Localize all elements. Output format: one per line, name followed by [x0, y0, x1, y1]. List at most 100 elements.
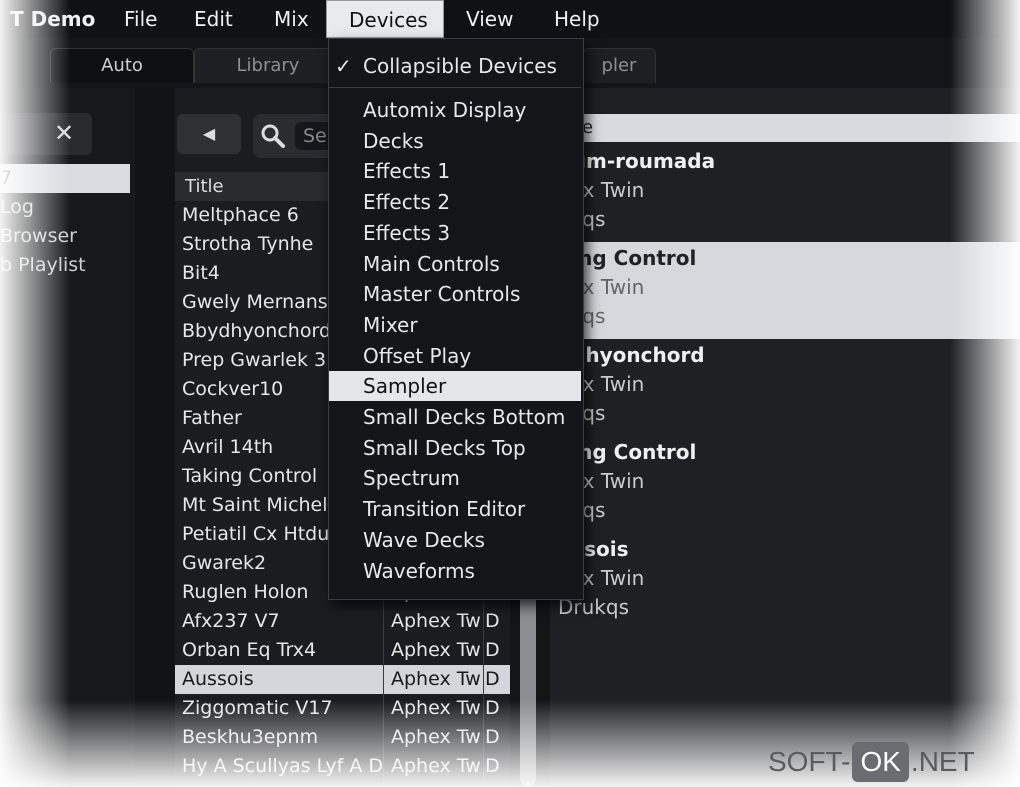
app-title: T Demo: [10, 7, 96, 31]
tab-auto[interactable]: Auto: [50, 48, 194, 83]
menu-bar: T Demo File Edit Mix Devices View Help: [0, 0, 1020, 38]
devices-menu-item[interactable]: Automix Display: [329, 95, 581, 125]
scrollbar[interactable]: [520, 593, 536, 787]
table-row[interactable]: Beskhu3epnm Aphex Tw D: [175, 723, 510, 752]
cell-divider: [383, 752, 384, 781]
list-item[interactable]: ussois hex Twin Drukqs: [550, 533, 1020, 630]
devices-menu-item[interactable]: Effects 2: [329, 187, 581, 217]
cell-divider: [383, 607, 384, 636]
track-artist: Aphex Tw: [391, 697, 481, 719]
cell-divider: [483, 723, 484, 752]
sidebar-item[interactable]: Browser: [0, 222, 130, 251]
devices-menu-item[interactable]: Effects 3: [329, 218, 581, 248]
devices-menu-item-label: Wave Decks: [363, 527, 485, 552]
devices-menu-item[interactable]: Effects 1: [329, 156, 581, 186]
devices-menu-item-label: Effects 3: [363, 220, 451, 245]
devices-menu-item[interactable]: Wave Decks: [329, 525, 581, 555]
menu-mix[interactable]: Mix: [264, 0, 319, 38]
devices-menu-item[interactable]: Main Controls: [329, 249, 581, 279]
devices-menu-item[interactable]: Transition Editor: [329, 494, 581, 524]
search-icon[interactable]: [259, 122, 287, 150]
devices-menu-item-label: Small Decks Bottom: [363, 405, 566, 429]
devices-menu-item[interactable]: Master Controls: [329, 279, 581, 309]
table-row[interactable]: Afx237 V7 Aphex Tw D: [175, 607, 510, 636]
watermark-prefix: SOFT-: [768, 746, 851, 777]
menu-file[interactable]: File: [114, 0, 167, 38]
column-title-header: Title: [185, 176, 224, 197]
devices-menu-item-label: Effects 2: [363, 190, 451, 215]
devices-menu-item[interactable]: Waveforms: [329, 556, 581, 586]
devices-menu-item-label: Sampler: [363, 374, 447, 399]
list-item[interactable]: oum-roumadahex Twinukqs: [550, 145, 1020, 242]
devices-menu-item[interactable]: Small Decks Top: [329, 433, 581, 463]
devices-menu-item-label: Transition Editor: [363, 497, 526, 522]
tab-sampler[interactable]: pler: [582, 48, 656, 83]
track-title: Hy A Scullyas Lyf A D: [182, 755, 382, 777]
track-album: D: [485, 697, 500, 719]
track-album: D: [485, 726, 500, 748]
menu-view[interactable]: View: [456, 0, 523, 38]
list-item[interactable]: ydhyonchordhex Twinukqs: [550, 339, 1020, 436]
table-row[interactable]: Orban Eq Trx4 Aphex Tw D: [175, 636, 510, 665]
cell-divider: [483, 636, 484, 665]
menu-separator: [329, 87, 581, 88]
sidebar: ✕ 7 Log Browser b Playlist: [0, 88, 135, 787]
watermark-box: OK: [852, 742, 909, 782]
table-row[interactable]: Aussois Aphex Tw D: [175, 665, 510, 694]
cell-divider: [383, 694, 384, 723]
devices-menu-item[interactable]: Small Decks Bottom: [329, 402, 581, 432]
sidebar-item[interactable]: b Playlist: [0, 251, 130, 280]
devices-menu-item[interactable]: Offset Play: [329, 341, 581, 371]
sidebar-item[interactable]: 7: [0, 164, 130, 193]
track-title: Orban Eq Trx4: [182, 639, 317, 661]
devices-menu-item[interactable]: Decks: [329, 126, 581, 156]
right-column-header[interactable]: tle: [550, 114, 1020, 142]
track-artist: Aphex Tw: [391, 610, 481, 632]
watermark: SOFT- OK .NET: [768, 742, 975, 782]
cell-divider: [383, 723, 384, 752]
devices-menu-item-label: Offset Play: [363, 343, 472, 368]
devices-menu-item[interactable]: Sampler: [329, 371, 581, 402]
track-title: Beskhu3epnm: [182, 726, 319, 748]
track-artist: Aphex Tw: [391, 639, 481, 661]
track-title: Ziggomatic V17: [182, 697, 333, 719]
sidebar-close-button[interactable]: ✕: [0, 113, 92, 155]
devices-menu-item-label: Master Controls: [363, 282, 521, 307]
watermark-suffix: .NET: [910, 746, 975, 777]
track-album: D: [485, 639, 500, 661]
devices-menu-item[interactable]: Spectrum: [329, 463, 581, 493]
close-icon: ✕: [54, 119, 75, 147]
menu-devices[interactable]: Devices: [326, 0, 444, 38]
back-button[interactable]: ◀: [177, 114, 241, 154]
devices-menu-item-label: Effects 1: [363, 159, 451, 184]
table-row[interactable]: Ziggomatic V17 Aphex Tw D: [175, 694, 510, 723]
cell-divider: [483, 665, 484, 694]
devices-menu-item-label: Collapsible Devices: [363, 54, 557, 78]
list-item[interactable]: king Controlhex Twinukqs: [550, 242, 1020, 339]
track-album: D: [485, 755, 500, 777]
devices-menu-item[interactable]: ✓ Collapsible Devices: [329, 51, 581, 81]
track-artist: Aphex Tw: [391, 668, 481, 690]
list-item[interactable]: king Controlhex Twinukqs: [550, 436, 1020, 533]
divider-column: [135, 88, 175, 787]
cell-divider: [483, 694, 484, 723]
cell-divider: [483, 752, 484, 781]
devices-menu-item-label: Automix Display: [363, 98, 527, 122]
menu-help[interactable]: Help: [544, 0, 610, 38]
cell-divider: [383, 636, 384, 665]
devices-menu-item[interactable]: Mixer: [329, 310, 581, 340]
track-album: D: [485, 668, 500, 690]
devices-menu: ✓ Collapsible Devices Automix Display Decks…: [328, 38, 584, 600]
track-artist: Aphex Tw: [391, 726, 481, 748]
checkmark-icon: ✓: [335, 54, 352, 78]
devices-menu-item-label: Main Controls: [363, 251, 500, 276]
table-row[interactable]: Hy A Scullyas Lyf A D Aphex Tw D: [175, 752, 510, 781]
right-panel: tle oum-roumadahex Twinukqsking Controlh…: [550, 88, 1020, 787]
devices-menu-item-label: Decks: [363, 128, 424, 153]
tab-library[interactable]: Library: [194, 48, 342, 83]
devices-menu-item-label: Mixer: [363, 312, 418, 337]
cell-divider: [483, 607, 484, 636]
sidebar-item[interactable]: Log: [0, 193, 130, 222]
menu-edit[interactable]: Edit: [184, 0, 243, 38]
track-title: Afx237 V7: [182, 610, 280, 632]
